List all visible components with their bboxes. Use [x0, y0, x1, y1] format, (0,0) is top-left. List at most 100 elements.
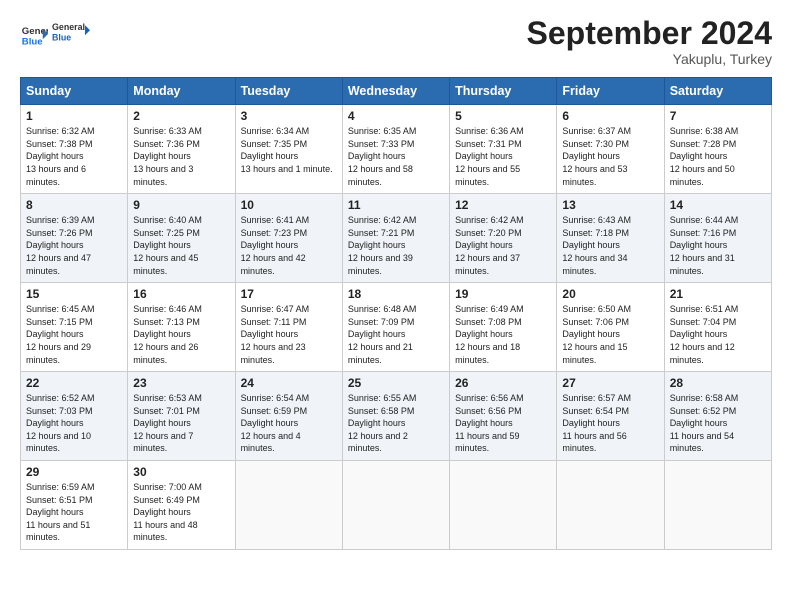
cell-info: Sunrise: 6:48 AMSunset: 7:09 PMDaylight …: [348, 303, 444, 366]
calendar-cell: 24 Sunrise: 6:54 AMSunset: 6:59 PMDayligh…: [235, 372, 342, 461]
calendar-cell: 3 Sunrise: 6:34 AMSunset: 7:35 PMDaylight…: [235, 105, 342, 194]
logo-icon: General Blue: [20, 20, 48, 48]
cell-info: Sunrise: 6:43 AMSunset: 7:18 PMDaylight …: [562, 214, 658, 277]
calendar-cell: 6Sunrise: 6:37 AMSunset: 7:30 PMDaylight…: [557, 105, 664, 194]
day-number: 26: [455, 376, 551, 390]
cell-info: Sunrise: 6:59 AMSunset: 6:51 PMDaylight …: [26, 481, 122, 544]
week-row-3: 15 Sunrise: 6:45 AMSunset: 7:15 PMDayligh…: [21, 283, 772, 372]
calendar-cell: 29 Sunrise: 6:59 AMSunset: 6:51 PMDayligh…: [21, 461, 128, 550]
header-wednesday: Wednesday: [342, 78, 449, 105]
day-number: 30: [133, 465, 229, 479]
cell-info: Sunrise: 6:38 AMSunset: 7:28 PMDaylight …: [670, 125, 766, 188]
calendar-cell: 10 Sunrise: 6:41 AMSunset: 7:23 PMDayligh…: [235, 194, 342, 283]
cell-info: Sunrise: 6:36 AMSunset: 7:31 PMDaylight …: [455, 125, 551, 188]
cell-info: Sunrise: 6:51 AMSunset: 7:04 PMDaylight …: [670, 303, 766, 366]
week-row-1: 1Sunrise: 6:32 AMSunset: 7:38 PMDaylight…: [21, 105, 772, 194]
cell-info: Sunrise: 6:40 AMSunset: 7:25 PMDaylight …: [133, 214, 229, 277]
cell-info: Sunrise: 6:39 AMSunset: 7:26 PMDaylight …: [26, 214, 122, 277]
calendar-table: SundayMondayTuesdayWednesdayThursdayFrid…: [20, 77, 772, 550]
calendar-cell: 13Sunrise: 6:43 AMSunset: 7:18 PMDayligh…: [557, 194, 664, 283]
calendar-cell: 5 Sunrise: 6:36 AMSunset: 7:31 PMDaylight…: [450, 105, 557, 194]
cell-info: Sunrise: 6:46 AMSunset: 7:13 PMDaylight …: [133, 303, 229, 366]
calendar-cell: 30 Sunrise: 7:00 AMSunset: 6:49 PMDayligh…: [128, 461, 235, 550]
day-number: 21: [670, 287, 766, 301]
calendar-cell: 2 Sunrise: 6:33 AMSunset: 7:36 PMDaylight…: [128, 105, 235, 194]
day-number: 27: [562, 376, 658, 390]
day-number: 19: [455, 287, 551, 301]
calendar-cell: 27 Sunrise: 6:57 AMSunset: 6:54 PMDayligh…: [557, 372, 664, 461]
day-number: 20: [562, 287, 658, 301]
cell-info: Sunrise: 6:52 AMSunset: 7:03 PMDaylight …: [26, 392, 122, 455]
day-number: 23: [133, 376, 229, 390]
calendar-page: General Blue General Blue September 2024…: [0, 0, 792, 612]
cell-info: Sunrise: 6:58 AMSunset: 6:52 PMDaylight …: [670, 392, 766, 455]
day-number: 29: [26, 465, 122, 479]
calendar-cell: 19Sunrise: 6:49 AMSunset: 7:08 PMDayligh…: [450, 283, 557, 372]
calendar-cell: [664, 461, 771, 550]
calendar-cell: 18 Sunrise: 6:48 AMSunset: 7:09 PMDayligh…: [342, 283, 449, 372]
calendar-cell: 15 Sunrise: 6:45 AMSunset: 7:15 PMDayligh…: [21, 283, 128, 372]
day-number: 25: [348, 376, 444, 390]
month-title: September 2024: [527, 16, 772, 51]
day-number: 1: [26, 109, 122, 123]
cell-info: Sunrise: 6:34 AMSunset: 7:35 PMDaylight …: [241, 125, 337, 175]
calendar-cell: 21 Sunrise: 6:51 AMSunset: 7:04 PMDayligh…: [664, 283, 771, 372]
svg-text:Blue: Blue: [22, 37, 43, 48]
calendar-cell: 14Sunrise: 6:44 AMSunset: 7:16 PMDayligh…: [664, 194, 771, 283]
day-number: 3: [241, 109, 337, 123]
cell-info: Sunrise: 6:45 AMSunset: 7:15 PMDaylight …: [26, 303, 122, 366]
day-number: 5: [455, 109, 551, 123]
calendar-cell: 4 Sunrise: 6:35 AMSunset: 7:33 PMDaylight…: [342, 105, 449, 194]
day-number: 9: [133, 198, 229, 212]
day-number: 24: [241, 376, 337, 390]
cell-info: Sunrise: 6:57 AMSunset: 6:54 PMDaylight …: [562, 392, 658, 455]
day-number: 8: [26, 198, 122, 212]
cell-info: Sunrise: 6:35 AMSunset: 7:33 PMDaylight …: [348, 125, 444, 188]
day-number: 22: [26, 376, 122, 390]
header-tuesday: Tuesday: [235, 78, 342, 105]
calendar-cell: 9 Sunrise: 6:40 AMSunset: 7:25 PMDaylight…: [128, 194, 235, 283]
header-saturday: Saturday: [664, 78, 771, 105]
day-number: 10: [241, 198, 337, 212]
cell-info: Sunrise: 6:42 AMSunset: 7:20 PMDaylight …: [455, 214, 551, 277]
header-thursday: Thursday: [450, 78, 557, 105]
day-number: 14: [670, 198, 766, 212]
calendar-cell: 26Sunrise: 6:56 AMSunset: 6:56 PMDayligh…: [450, 372, 557, 461]
calendar-cell: 16 Sunrise: 6:46 AMSunset: 7:13 PMDayligh…: [128, 283, 235, 372]
cell-info: Sunrise: 6:42 AMSunset: 7:21 PMDaylight …: [348, 214, 444, 277]
cell-info: Sunrise: 6:50 AMSunset: 7:06 PMDaylight …: [562, 303, 658, 366]
calendar-cell: 1Sunrise: 6:32 AMSunset: 7:38 PMDaylight…: [21, 105, 128, 194]
day-number: 6: [562, 109, 658, 123]
day-number: 28: [670, 376, 766, 390]
svg-text:Blue: Blue: [52, 32, 71, 42]
header-sunday: Sunday: [21, 78, 128, 105]
calendar-cell: 25 Sunrise: 6:55 AMSunset: 6:58 PMDayligh…: [342, 372, 449, 461]
calendar-cell: 12Sunrise: 6:42 AMSunset: 7:20 PMDayligh…: [450, 194, 557, 283]
location-subtitle: Yakuplu, Turkey: [527, 51, 772, 67]
day-number: 15: [26, 287, 122, 301]
cell-info: Sunrise: 6:55 AMSunset: 6:58 PMDaylight …: [348, 392, 444, 455]
title-block: September 2024 Yakuplu, Turkey: [527, 16, 772, 67]
day-number: 16: [133, 287, 229, 301]
calendar-cell: 8 Sunrise: 6:39 AMSunset: 7:26 PMDaylight…: [21, 194, 128, 283]
cell-info: Sunrise: 6:54 AMSunset: 6:59 PMDaylight …: [241, 392, 337, 455]
svg-text:General: General: [52, 22, 85, 32]
cell-info: Sunrise: 6:41 AMSunset: 7:23 PMDaylight …: [241, 214, 337, 277]
generalblue-logo-svg: General Blue: [52, 16, 90, 52]
calendar-cell: 7Sunrise: 6:38 AMSunset: 7:28 PMDaylight…: [664, 105, 771, 194]
calendar-cell: 22 Sunrise: 6:52 AMSunset: 7:03 PMDayligh…: [21, 372, 128, 461]
header-friday: Friday: [557, 78, 664, 105]
cell-info: Sunrise: 7:00 AMSunset: 6:49 PMDaylight …: [133, 481, 229, 544]
week-row-5: 29 Sunrise: 6:59 AMSunset: 6:51 PMDayligh…: [21, 461, 772, 550]
day-number: 2: [133, 109, 229, 123]
logo: General Blue General Blue: [20, 16, 90, 52]
day-number: 17: [241, 287, 337, 301]
calendar-cell: [342, 461, 449, 550]
day-number: 18: [348, 287, 444, 301]
calendar-cell: [557, 461, 664, 550]
header-monday: Monday: [128, 78, 235, 105]
cell-info: Sunrise: 6:33 AMSunset: 7:36 PMDaylight …: [133, 125, 229, 188]
day-number: 4: [348, 109, 444, 123]
calendar-cell: 23Sunrise: 6:53 AMSunset: 7:01 PMDayligh…: [128, 372, 235, 461]
calendar-cell: [450, 461, 557, 550]
